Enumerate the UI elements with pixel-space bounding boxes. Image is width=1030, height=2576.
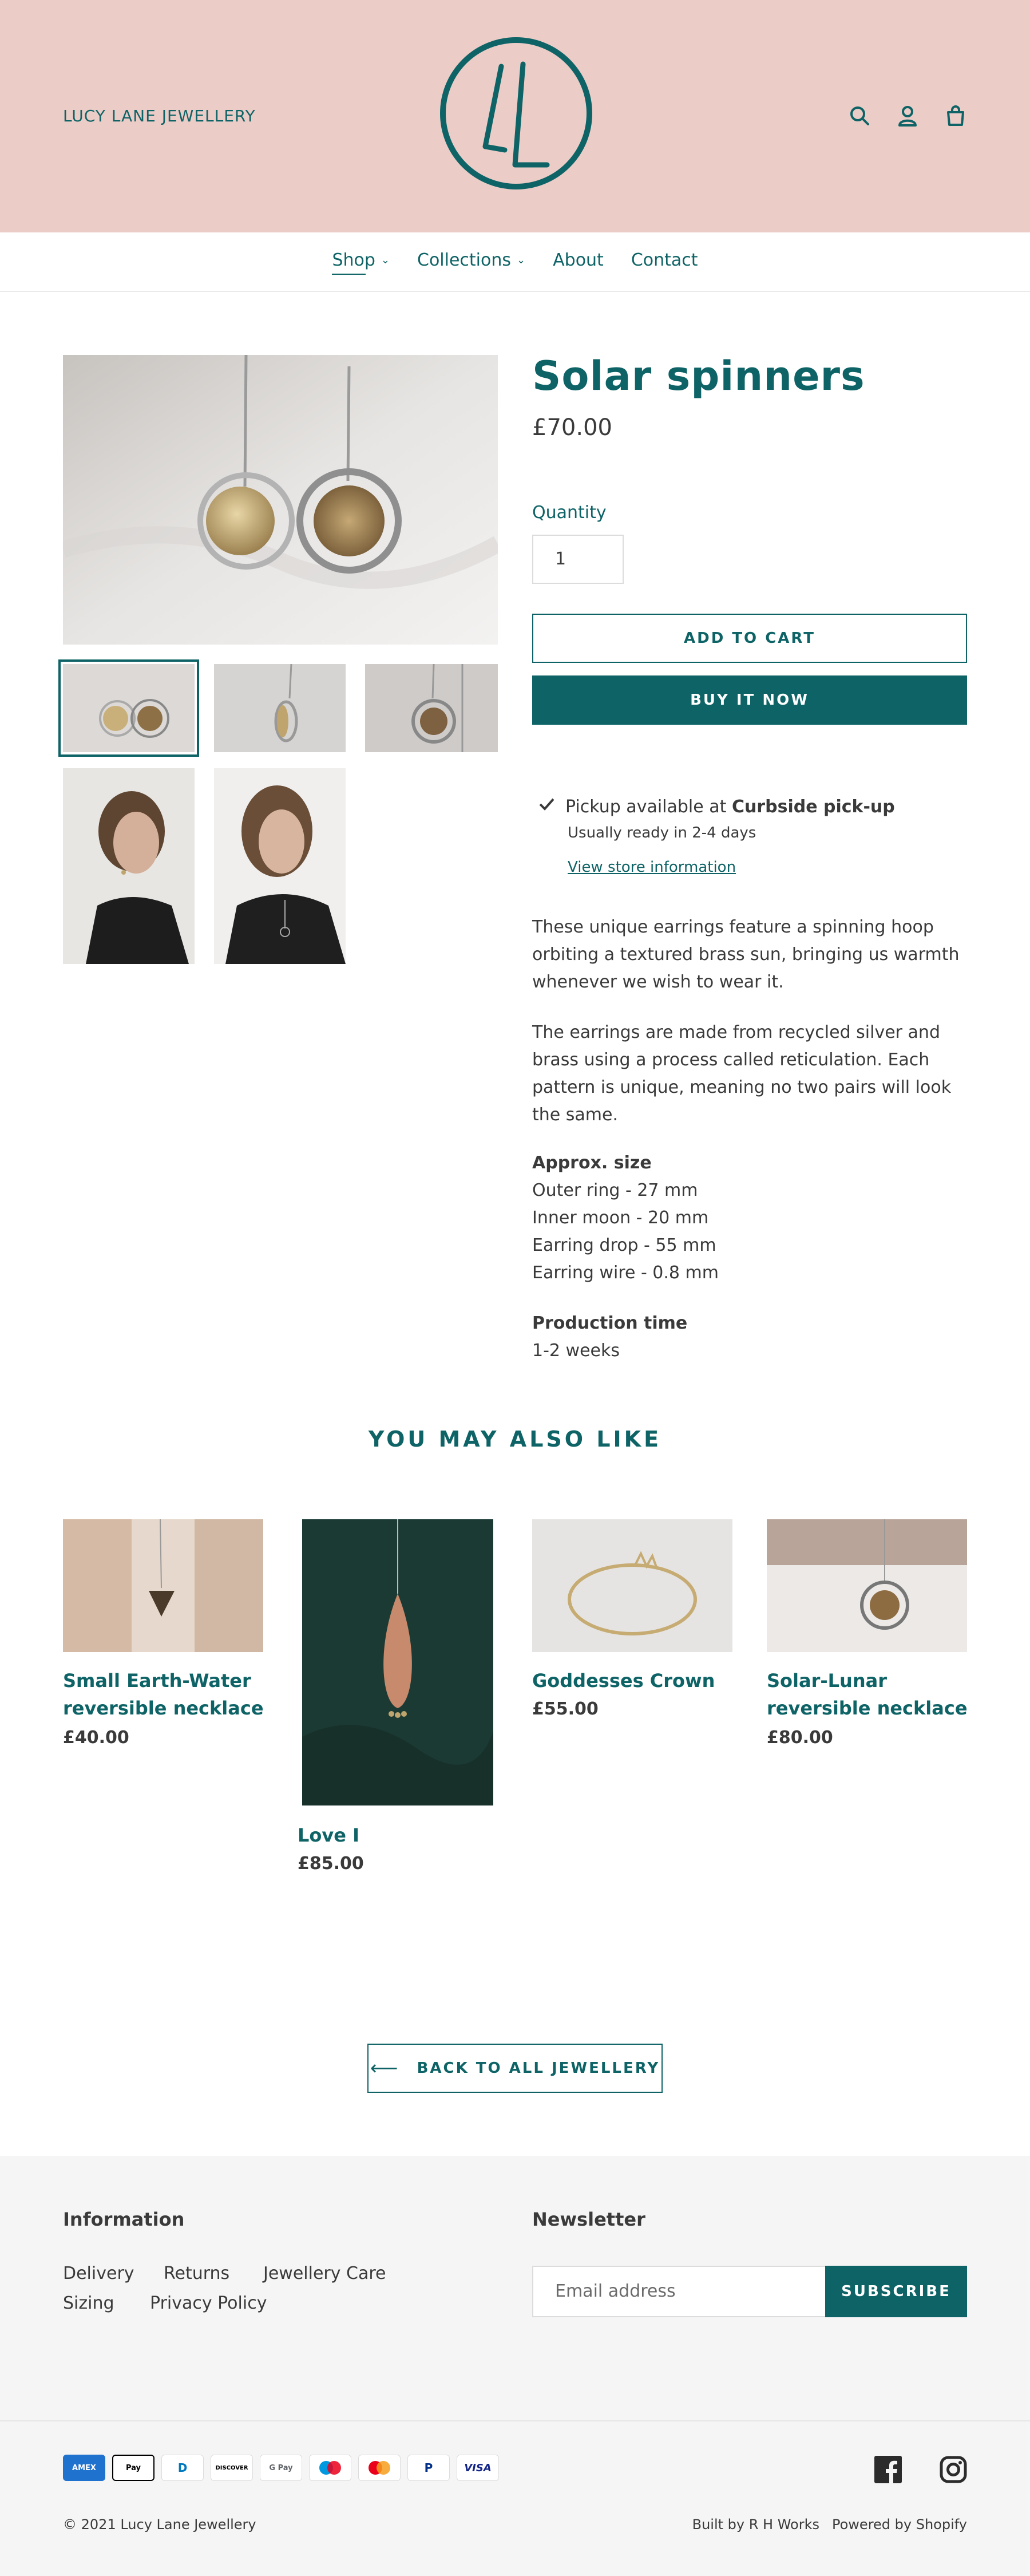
- mastercard-icon: [358, 2455, 401, 2481]
- product-card-title[interactable]: Goddesses Crown: [532, 1667, 715, 1694]
- product-card-image[interactable]: [63, 1519, 263, 1652]
- product-thumbnail[interactable]: [214, 768, 346, 964]
- add-to-cart-button[interactable]: ADD TO CART: [532, 614, 967, 663]
- chevron-down-icon: ⌄: [381, 254, 390, 266]
- product-card-price: £80.00: [767, 1728, 833, 1748]
- product-card-title[interactable]: Small Earth-Water reversible necklace: [63, 1667, 264, 1722]
- diners-club-icon: D: [161, 2455, 204, 2481]
- google-pay-icon: G Pay: [260, 2455, 302, 2481]
- size-line: Earring drop - 55 mm: [532, 1235, 716, 1255]
- footer-information-heading: Information: [63, 2208, 185, 2230]
- header-icons: [848, 104, 967, 127]
- product-card-title[interactable]: Love I: [298, 1822, 359, 1849]
- brand-name[interactable]: LUCY LANE JEWELLERY: [63, 106, 256, 125]
- product-thumbnail[interactable]: [63, 768, 195, 964]
- product-thumbnail[interactable]: [365, 664, 498, 752]
- nav-shop[interactable]: Shop ⌄: [332, 250, 390, 275]
- product-card-price: £40.00: [63, 1728, 129, 1748]
- product-description-paragraph: The earrings are made from recycled silv…: [532, 1022, 952, 1125]
- product-card-image[interactable]: [767, 1519, 967, 1652]
- checkmark-icon: [538, 796, 555, 817]
- facebook-icon[interactable]: [874, 2456, 902, 2483]
- search-icon[interactable]: [848, 104, 871, 127]
- chevron-down-icon: ⌄: [517, 254, 526, 266]
- lucy-lane-logo-icon[interactable]: [437, 34, 595, 192]
- email-field[interactable]: Email address: [532, 2266, 826, 2317]
- footer-link-returns[interactable]: Returns: [164, 2263, 229, 2283]
- quantity-label: Quantity: [532, 503, 607, 523]
- pickup-location: Curbside pick-up: [731, 796, 895, 817]
- nav-contact[interactable]: Contact: [631, 250, 698, 274]
- footer-credits: Built by R H Works Powered by Shopify: [692, 2516, 967, 2532]
- production-heading: Production time: [532, 1313, 688, 1333]
- arrow-left-icon: ⟵: [370, 2057, 400, 2080]
- nav-label: Collections: [417, 250, 512, 270]
- size-line: Outer ring - 27 mm: [532, 1180, 698, 1200]
- discover-icon: DISCOVER: [211, 2455, 253, 2481]
- amex-icon: AMEX: [63, 2455, 105, 2481]
- back-button-label: BACK TO ALL JEWELLERY: [417, 2060, 660, 2077]
- footer-newsletter-heading: Newsletter: [532, 2208, 645, 2230]
- product-thumbnail[interactable]: [58, 659, 199, 757]
- size-line: Inner moon - 20 mm: [532, 1208, 709, 1228]
- paypal-icon: P: [407, 2455, 450, 2481]
- footer-link-jewellery-care[interactable]: Jewellery Care: [263, 2263, 386, 2283]
- copyright: © 2021 Lucy Lane Jewellery: [63, 2516, 256, 2532]
- main-nav: Shop ⌄ Collections ⌄ About Contact: [0, 232, 1030, 292]
- buy-it-now-button[interactable]: BUY IT NOW: [532, 675, 967, 725]
- instagram-icon[interactable]: [940, 2456, 967, 2483]
- size-line: Earring wire - 0.8 mm: [532, 1263, 719, 1283]
- footer-link-privacy-policy[interactable]: Privacy Policy: [150, 2293, 267, 2313]
- production-details: Production time 1-2 weeks: [532, 1310, 967, 1365]
- nav-collections[interactable]: Collections ⌄: [417, 250, 525, 274]
- pickup-text: Pickup available at Curbside pick-up: [565, 796, 895, 817]
- size-details: Approx. size Outer ring - 27 mm Inner mo…: [532, 1149, 967, 1287]
- product-card-price: £85.00: [298, 1854, 364, 1874]
- product-main-image[interactable]: [63, 355, 498, 645]
- nav-label: Shop: [332, 250, 375, 270]
- maestro-icon: [309, 2455, 351, 2481]
- quantity-input[interactable]: 1: [532, 535, 624, 584]
- product-card-price: £55.00: [532, 1699, 599, 1719]
- product-card-title[interactable]: Solar-Lunar reversible necklace: [767, 1667, 968, 1722]
- recommendations-title: YOU MAY ALSO LIKE: [368, 1427, 662, 1452]
- powered-by-link[interactable]: Powered by Shopify: [832, 2516, 967, 2532]
- nav-about[interactable]: About: [553, 250, 604, 274]
- pickup-ready-time: Usually ready in 2-4 days: [568, 824, 756, 841]
- production-value: 1-2 weeks: [532, 1341, 620, 1361]
- product-price: £70.00: [532, 414, 612, 441]
- product-card-image[interactable]: [302, 1519, 493, 1805]
- nav-label: About: [553, 250, 604, 270]
- view-store-information-link[interactable]: View store information: [568, 859, 895, 876]
- subscribe-button[interactable]: SUBSCRIBE: [825, 2266, 967, 2317]
- product-title: Solar spinners: [532, 353, 865, 400]
- footer-divider: [0, 2420, 1030, 2421]
- cart-icon[interactable]: [944, 104, 967, 127]
- back-to-all-jewellery-button[interactable]: ⟵ BACK TO ALL JEWELLERY: [367, 2044, 663, 2093]
- size-heading: Approx. size: [532, 1153, 652, 1173]
- product-thumbnail[interactable]: [214, 664, 346, 752]
- footer-link-delivery[interactable]: Delivery: [63, 2263, 134, 2283]
- pickup-availability: Pickup available at Curbside pick-up Usu…: [538, 796, 895, 876]
- apple-pay-icon: Pay: [112, 2455, 154, 2481]
- product-description-paragraph: These unique earrings feature a spinning…: [532, 917, 960, 992]
- built-by-link[interactable]: Built by R H Works: [692, 2516, 819, 2532]
- product-card-image[interactable]: [532, 1519, 732, 1652]
- visa-icon: VISA: [457, 2455, 499, 2481]
- site-header: LUCY LANE JEWELLERY: [0, 0, 1030, 232]
- footer-link-sizing[interactable]: Sizing: [63, 2293, 114, 2313]
- account-icon[interactable]: [896, 104, 919, 127]
- nav-label: Contact: [631, 250, 698, 270]
